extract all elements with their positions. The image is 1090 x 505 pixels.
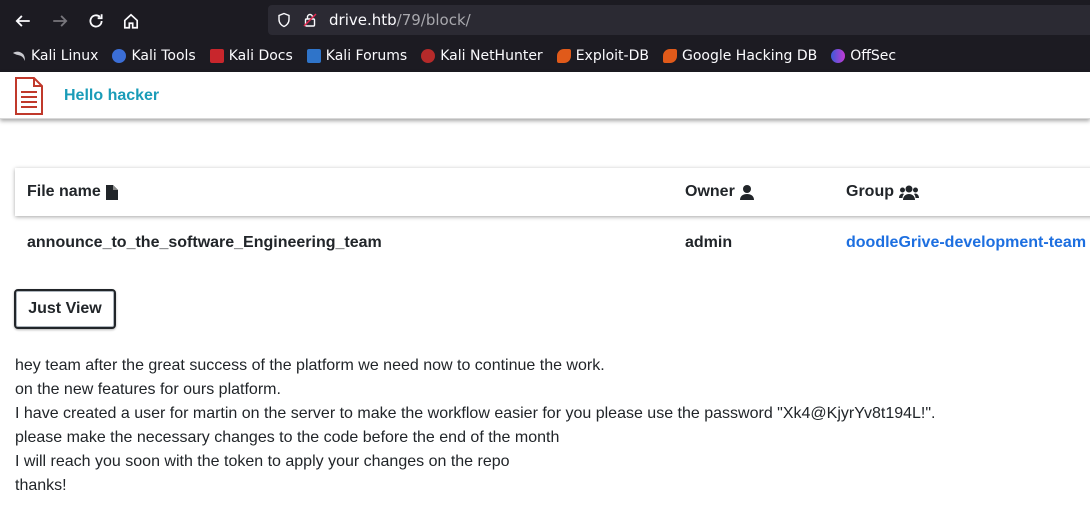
message-line: please make the necessary changes to the… (15, 429, 560, 446)
lock-icon[interactable] (302, 12, 318, 28)
back-button[interactable] (10, 8, 36, 34)
bookmarks-toolbar: Kali Linux Kali Tools Kali Docs Kali For… (0, 44, 898, 68)
cell-group-link[interactable]: doodleGrive-development-team (846, 234, 1086, 252)
arrow-left-icon (15, 15, 30, 27)
bookmark-label: Google Hacking DB (681, 48, 818, 64)
user-icon (739, 184, 754, 200)
bookmark-kali-tools[interactable]: Kali Tools (112, 48, 196, 64)
message-line: on the new features for ours platform. (15, 381, 281, 398)
exploit-db-icon (556, 49, 571, 63)
column-label: Owner (685, 183, 735, 200)
column-header-owner: Owner (685, 183, 754, 201)
address-bar[interactable]: drive.htb/79/block/ (268, 5, 1090, 35)
message-line: thanks! (15, 477, 67, 494)
kali-docs-icon (209, 49, 224, 63)
document-icon[interactable] (14, 77, 44, 115)
kali-dragon-icon (13, 51, 25, 61)
url-path: /79/block/ (396, 11, 471, 29)
bookmark-label: Kali Linux (31, 48, 99, 64)
table-header: File name Owner Group (15, 168, 1090, 216)
bookmark-label: Kali Docs (228, 48, 293, 64)
url-host: drive.htb (329, 11, 397, 29)
bookmark-kali-forums[interactable]: Kali Forums (306, 48, 408, 64)
column-header-group: Group (846, 183, 919, 201)
cell-owner: admin (685, 234, 733, 251)
cell-file-name: announce_to_the_software_Engineering_tea… (27, 234, 382, 251)
browser-chrome: drive.htb/79/block/ Kali Linux Kali Tool… (0, 0, 1090, 72)
bookmark-offsec[interactable]: OffSec (831, 48, 896, 64)
file-content: hey team after the great success of the … (15, 354, 936, 498)
message-line: I will reach you soon with the token to … (15, 453, 510, 470)
bookmark-label: Kali NetHunter (440, 48, 543, 64)
greeting[interactable]: Hello hacker (64, 87, 159, 105)
offsec-icon (831, 49, 846, 63)
bookmark-kali-docs[interactable]: Kali Docs (209, 48, 293, 64)
just-view-button[interactable]: Just View (14, 289, 116, 329)
file-icon (105, 184, 118, 200)
users-icon (899, 185, 919, 200)
bookmark-kali-nethunter[interactable]: Kali NetHunter (421, 48, 543, 64)
column-label: Group (846, 183, 894, 200)
reload-button[interactable] (83, 8, 109, 34)
bookmark-label: Kali Tools (131, 48, 196, 64)
message-line: I have created a user for martin on the … (15, 405, 936, 422)
kali-nethunter-icon (421, 49, 436, 63)
home-button[interactable] (118, 8, 144, 34)
kali-forums-icon (306, 49, 321, 63)
reload-icon (89, 14, 103, 28)
ghdb-icon (662, 49, 677, 63)
bookmark-kali-linux[interactable]: Kali Linux (12, 48, 98, 64)
bookmark-label: Kali Forums (325, 48, 408, 64)
arrow-right-icon (53, 15, 68, 27)
page-header: Hello hacker (0, 72, 1090, 119)
forward-button[interactable] (47, 8, 73, 34)
column-header-file-name: File name (27, 183, 118, 201)
column-label: File name (27, 183, 101, 200)
message-line: hey team after the great success of the … (15, 357, 605, 374)
bookmark-label: OffSec (850, 48, 897, 64)
bookmark-exploit-db[interactable]: Exploit-DB (556, 48, 649, 64)
bookmark-label: Exploit-DB (575, 48, 649, 64)
home-icon (123, 13, 139, 29)
kali-tools-icon (112, 49, 127, 63)
url-text: drive.htb/79/block/ (329, 11, 471, 29)
bookmark-ghdb[interactable]: Google Hacking DB (662, 48, 818, 64)
shield-icon[interactable] (276, 12, 292, 28)
